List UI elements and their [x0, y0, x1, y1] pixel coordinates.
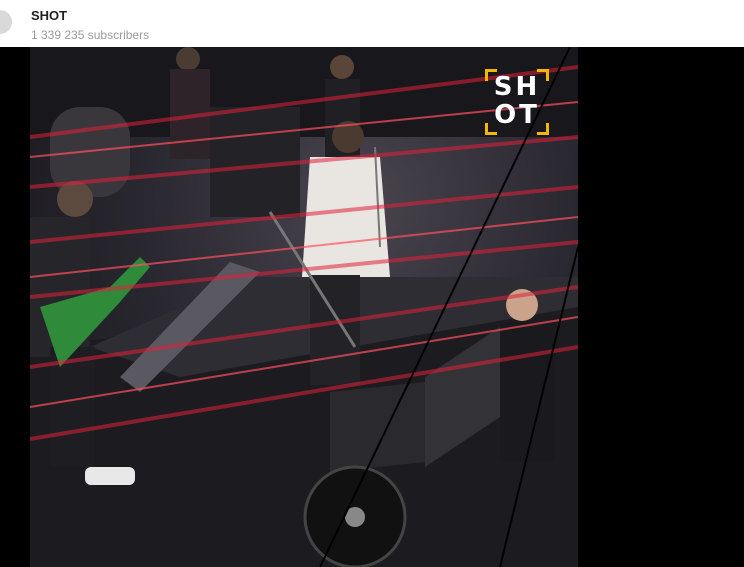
- channel-header: SHOT 1 339 235 subscribers: [0, 0, 744, 47]
- shot-watermark-logo: SH OT: [485, 69, 549, 135]
- channel-name[interactable]: SHOT: [31, 8, 67, 23]
- video-post[interactable]: SH OT: [0, 47, 744, 567]
- avatar[interactable]: [0, 10, 12, 34]
- watermark-text-top: SH: [493, 72, 541, 102]
- video-frame[interactable]: SH OT: [30, 47, 578, 567]
- watermark-text-bottom: OT: [494, 100, 540, 130]
- subscriber-count: 1 339 235 subscribers: [31, 28, 150, 42]
